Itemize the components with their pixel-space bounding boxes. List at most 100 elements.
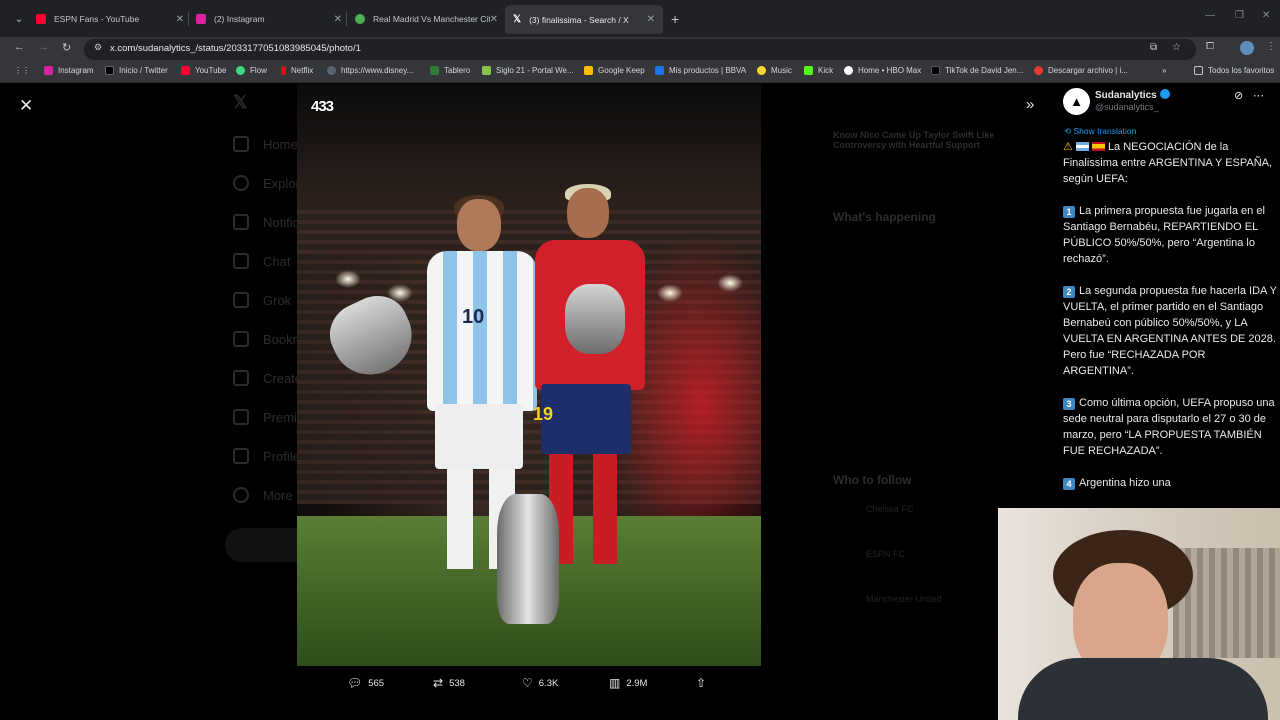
warning-emoji-icon: ⚠ <box>1063 141 1073 153</box>
grok-explain-icon[interactable]: ⊘ <box>1234 89 1243 102</box>
tweet-point-text: Como última opción, UEFA propuso una sed… <box>1063 397 1275 457</box>
bookmark-tiktok[interactable]: TikTok de David Jen... <box>931 66 1023 75</box>
site-info-icon[interactable]: ⚙ <box>94 42 102 53</box>
author-avatar[interactable]: ▲ <box>1063 88 1090 115</box>
show-translation-link[interactable]: ⟲ Show translation <box>1064 126 1136 137</box>
share-icon: ⇧ <box>696 676 707 690</box>
x-icon <box>233 409 249 425</box>
maximize-icon[interactable]: ❐ <box>1235 10 1244 21</box>
author-name-row[interactable]: Sudanalytics <box>1095 89 1170 101</box>
install-app-icon[interactable]: ⧉ <box>1150 42 1157 53</box>
bookmark-label: Netflix <box>291 66 314 75</box>
back-arrow-icon[interactable]: ← <box>14 41 25 53</box>
bell-icon <box>233 214 249 230</box>
tab-close-icon[interactable]: ✕ <box>334 14 342 25</box>
expand-panel-icon[interactable]: » <box>1026 96 1034 113</box>
close-photo-icon[interactable]: ✕ <box>19 96 33 116</box>
bookmark-kick[interactable]: Kick <box>804 66 833 75</box>
all-bookmarks-folder[interactable]: Todos los favoritos <box>1194 66 1274 75</box>
photo-433-logo: 433 <box>311 98 334 115</box>
address-bar[interactable]: ⚙ x.com/sudanalytics_/status/20331770510… <box>84 39 1196 60</box>
tab-close-icon[interactable]: ✕ <box>647 14 655 25</box>
author-name: Sudanalytics <box>1095 90 1157 101</box>
search-icon <box>233 175 249 191</box>
reply-button[interactable]: 💬︎ 565 <box>347 676 384 690</box>
tweet-photo[interactable]: 433 10 19 <box>297 84 761 666</box>
home-icon <box>233 136 249 152</box>
keycap-1-icon: 1 <box>1063 206 1075 218</box>
bookmark-twitter[interactable]: Inicio / Twitter <box>105 66 168 75</box>
kebab-menu-icon[interactable]: ⋮ <box>1266 41 1276 52</box>
tab-instagram[interactable]: (2) Instagram ✕ <box>196 7 342 31</box>
player-head <box>567 188 609 238</box>
instagram-favicon-icon <box>196 14 206 24</box>
photo-floodlight <box>657 284 683 302</box>
tweet-text: ⚠ La NEGOCIACIÓN de la Finalissima entre… <box>1063 139 1278 507</box>
bookmark-descargar[interactable]: Descargar archivo | i... <box>1034 66 1128 75</box>
repost-button[interactable]: ⇄ 538 <box>433 676 465 690</box>
instagram-icon <box>44 66 53 75</box>
follow-item-dim: ESPN FC <box>866 549 906 559</box>
like-button[interactable]: ♡ 6.3K <box>522 676 558 690</box>
browser-toolbar: ← → ↻ ⚙ x.com/sudanalytics_/status/20331… <box>0 37 1280 61</box>
bookmark-flow[interactable]: Flow <box>236 66 267 75</box>
bookmark-music[interactable]: Music <box>757 66 792 75</box>
bookmark-siglo21[interactable]: Siglo 21 - Portal We... <box>482 66 574 75</box>
tab-search-icon[interactable]: ⌄ <box>10 10 28 28</box>
bookmark-instagram[interactable]: Instagram <box>44 66 94 75</box>
close-window-icon[interactable]: ✕ <box>1262 10 1270 21</box>
forward-arrow-icon[interactable]: → <box>38 41 49 53</box>
bookmark-bbva[interactable]: Mis productos | BBVA <box>655 66 746 75</box>
share-button[interactable]: ⇧ <box>696 676 712 690</box>
tab-separator <box>188 12 189 26</box>
bookmark-star-icon[interactable]: ☆ <box>1172 42 1181 53</box>
tab-close-icon[interactable]: ✕ <box>176 14 184 25</box>
x-logo-dim: 𝕏 <box>233 92 248 112</box>
bookmark-label: Instagram <box>58 66 94 75</box>
tab-close-icon[interactable]: ✕ <box>489 13 498 25</box>
follow-item-dim: Chelsea FC <box>866 504 914 514</box>
bookmark-youtube[interactable]: YouTube <box>181 66 226 75</box>
new-tab-plus-icon[interactable]: + <box>671 11 679 27</box>
more-options-icon[interactable]: ⋯ <box>1253 89 1264 102</box>
more-circle-icon <box>233 487 249 503</box>
tweet-point-text: La primera propuesta fue jugarla en el S… <box>1063 205 1265 265</box>
nav-home-dim: Home <box>233 136 298 152</box>
bookmark-google-keep[interactable]: Google Keep <box>584 66 645 75</box>
tweet-action-bar: 💬︎ 565 ⇄ 538 ♡ 6.3K ▥ 2.9M ⇧ <box>340 676 720 692</box>
bookmarks-overflow-icon[interactable]: » <box>1162 66 1166 75</box>
author-handle[interactable]: @sudanalytics_ <box>1095 102 1159 112</box>
bookmark-label: Todos los favoritos <box>1208 66 1275 75</box>
tab-title: (2) Instagram <box>214 14 265 24</box>
view-count: 2.9M <box>626 677 648 689</box>
euro-trophy <box>565 284 625 354</box>
profile-avatar[interactable] <box>1240 41 1254 55</box>
tab-real-madrid[interactable]: Real Madrid Vs Manchester City ✕ <box>355 7 498 31</box>
bookmark-icon <box>233 331 249 347</box>
keep-icon <box>584 66 593 75</box>
bookmark-disney[interactable]: https://www.disney... <box>327 66 413 75</box>
bookmark-hbo-max[interactable]: Home • HBO Max <box>844 66 921 75</box>
repost-icon: ⇄ <box>433 676 444 690</box>
bookmark-netflix[interactable]: Netflix <box>281 66 313 75</box>
who-to-follow-dim: Who to follow <box>833 473 912 487</box>
siglo21-icon <box>482 66 491 75</box>
bookmark-tablero[interactable]: Tablero <box>430 66 470 75</box>
tweet-point-text: La segunda propuesta fue hacerla IDA Y V… <box>1063 285 1277 377</box>
minimize-icon[interactable]: — <box>1205 10 1215 21</box>
tab-finalissima-search[interactable]: 𝕏 (3) finalissima - Search / X ✕ <box>505 5 663 34</box>
heart-icon: ♡ <box>522 676 533 690</box>
views-button[interactable]: ▥ 2.9M <box>609 676 647 690</box>
url-text[interactable]: x.com/sudanalytics_/status/2033177051083… <box>110 43 361 54</box>
tab-espn-youtube[interactable]: ESPN Fans - YouTube ✕ <box>36 7 184 31</box>
apps-grid-icon[interactable]: ⋮⋮ <box>14 66 30 75</box>
youtube-icon <box>181 66 190 75</box>
nav-more-dim: More <box>233 487 293 503</box>
tab-title: (3) finalissima - Search / X <box>529 14 629 25</box>
bookmark-label: Inicio / Twitter <box>119 66 168 75</box>
extensions-icon[interactable]: ⧠ <box>1206 41 1214 52</box>
netflix-icon <box>281 66 286 75</box>
reload-icon[interactable]: ↻ <box>62 41 71 54</box>
bookmark-label: Kick <box>818 66 834 75</box>
keycap-3-icon: 3 <box>1063 398 1075 410</box>
